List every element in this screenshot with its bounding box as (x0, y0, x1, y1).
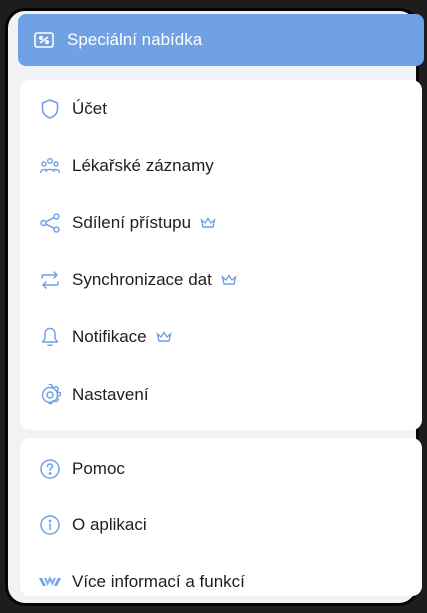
menu-item-label: Synchronizace dat (72, 270, 237, 290)
ticket-icon (33, 29, 55, 51)
menu-item-label: Notifikace (72, 327, 172, 347)
menu-item-notifications[interactable]: Notifikace (20, 317, 422, 357)
menu-item-label: Lékařské záznamy (72, 156, 214, 175)
menu-item-access-sharing[interactable]: Sdílení přístupu (20, 203, 422, 243)
menu-item-text: Sdílení přístupu (72, 213, 192, 232)
info-icon (39, 514, 61, 536)
menu-item-label: O aplikaci (72, 515, 147, 534)
menu-item-label: Sdílení přístupu (72, 213, 216, 233)
main-menu-card: Účet Lékařské záznamy Sdílení přístupu S… (20, 80, 422, 430)
menu-item-label: Účet (72, 99, 107, 118)
menu-item-label: Pomoc (72, 459, 125, 478)
crown-icon (200, 217, 216, 229)
shield-icon (39, 98, 61, 120)
menu-item-more-info[interactable]: Více informací a funkcí (20, 562, 422, 602)
menu-item-label: Více informací a funkcí (72, 572, 245, 591)
sync-icon (39, 269, 61, 291)
secondary-menu-card: Pomoc O aplikaci Více informací a funkcí (20, 438, 422, 596)
menu-item-account[interactable]: Účet (20, 89, 422, 129)
help-icon (39, 458, 61, 480)
special-offer-label: Speciální nabídka (67, 30, 203, 49)
menu-item-label: Nastavení (72, 385, 149, 404)
users-group-icon (39, 155, 61, 177)
menu-item-data-sync[interactable]: Synchronizace dat (20, 260, 422, 300)
menu-item-medical-records[interactable]: Lékařské záznamy (20, 146, 422, 186)
menu-item-text: Synchronizace dat (72, 270, 212, 289)
menu-item-about[interactable]: O aplikaci (20, 505, 422, 545)
bell-icon (39, 326, 61, 348)
gear-icon (39, 384, 61, 406)
share-icon (39, 212, 61, 234)
special-offer-button[interactable]: Speciální nabídka (18, 14, 424, 66)
app-logo-icon (39, 571, 61, 593)
crown-icon (221, 274, 237, 286)
crown-icon (156, 331, 172, 343)
menu-item-text: Notifikace (72, 327, 147, 346)
menu-item-settings[interactable]: Nastavení (20, 375, 422, 415)
menu-item-help[interactable]: Pomoc (20, 449, 422, 489)
